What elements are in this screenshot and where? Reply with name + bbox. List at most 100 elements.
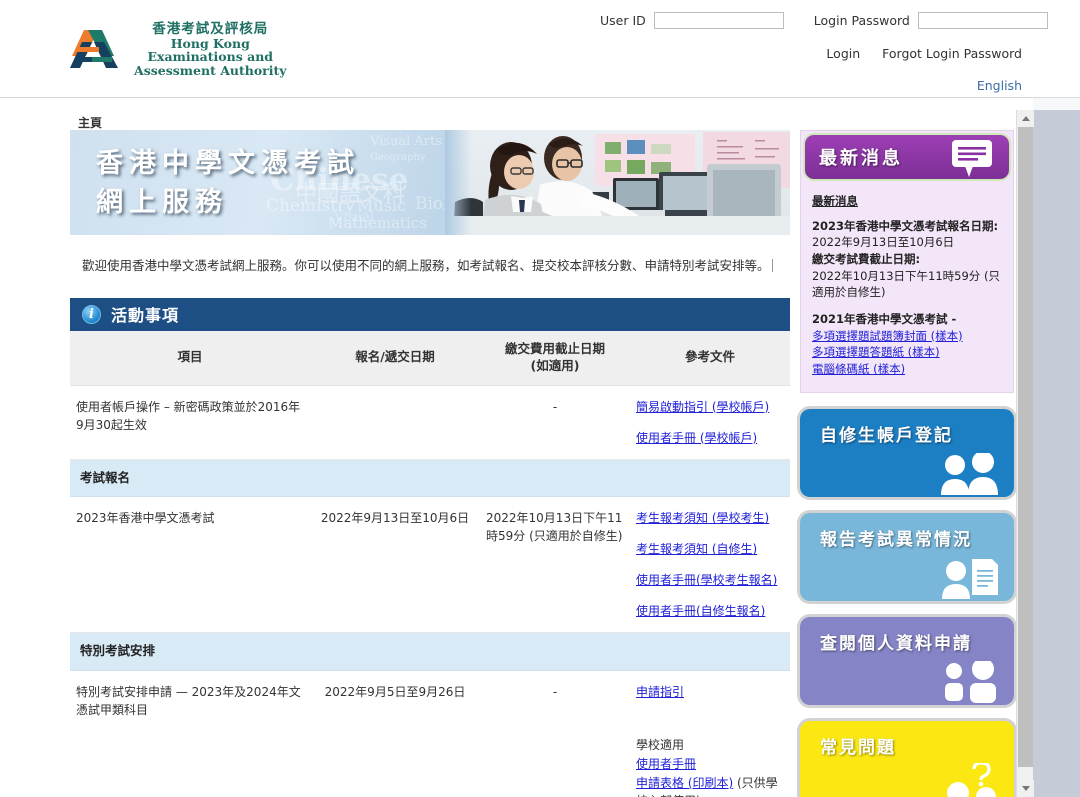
text-caret [771,259,773,272]
scroll-down-arrow-icon[interactable] [1017,780,1034,797]
message-bubble-icon [951,139,993,183]
page-banner: Visual Arts Maths Geography Chinese 中國語文… [70,130,790,235]
sidebar-button-label: 自修生帳戶登記 [820,425,953,446]
table-row: 2023年香港中學文憑考試 2022年9月13日至10月6日 2022年10月1… [70,496,790,634]
logo-chinese-name: 香港考試及評核局 [152,21,269,37]
sidebar-button-label: 報告考試異常情況 [820,529,972,550]
news-card: 最新消息 最新消息 2023年香港中學文憑考試報名日期: 2022年9月13日至… [800,130,1014,393]
main-content: Visual Arts Maths Geography Chinese 中國語文… [70,130,790,797]
row-item: 2023年香港中學文憑考試 [70,496,310,634]
breadcrumb[interactable]: 主頁 [78,114,102,131]
group-title: 特別考試安排 [70,632,790,671]
reference-link[interactable]: 使用者手冊 (學校帳戶) [636,429,784,447]
row-references: 考生報考須知 (學校考生) 考生報考須知 (自修生) 使用者手冊(學校考生報名)… [630,496,790,634]
top-header: 香港考試及評核局 Hong Kong Examinations and Asse… [0,0,1080,98]
group-title: 考試報名 [70,459,790,498]
sidebar-button-private-candidate-registration[interactable]: 自修生帳戶登記 [800,408,1014,497]
row-references: 簡易啟動指引 (學校帳戶) 使用者手冊 (學校帳戶) [630,385,790,460]
login-fields-row: User ID Login Password [600,12,1048,29]
user-id-input[interactable] [653,12,784,29]
column-header-fee-line2: (如適用) [530,357,580,373]
row-date: 2022年9月5日至9月26日 [310,670,480,797]
welcome-message: 歡迎使用香港中學文憑考試網上服務。你可以使用不同的網上服務，如考試報名、提交校本… [70,235,790,294]
scroll-up-arrow-icon[interactable] [1017,110,1034,127]
news-card-title: 最新消息 [819,148,903,169]
sidebar-button-faq[interactable]: 常見問題 [800,720,1014,797]
banner-title-line2: 網上服務 [96,187,228,219]
person-document-icon [938,557,1000,601]
banner-title-line1: 香港中學文憑考試 [96,148,360,179]
activities-section-title: 活動事項 [111,306,180,326]
two-people-blocks-icon [938,657,1000,705]
news-top-link[interactable]: 最新消息 [812,193,1002,210]
question-person-icon [938,761,1000,797]
logo-en-line1: Hong Kong [170,35,250,51]
row-fee: - [480,385,630,460]
table-row: 使用者帳戶操作 – 新密碼政策並於2016年9月30起生效 - 簡易啟動指引 (… [70,385,790,460]
table-header-row: 項目 報名/遞交日期 繳交費用截止日期 (如適用) 參考文件 [70,330,790,386]
sidebar-button-label: 查閱個人資料申請 [820,633,972,654]
logo-en-line2: Examinations and [147,49,274,65]
login-password-label: Login Password [813,13,910,28]
reference-subheading: 學校適用 [636,738,685,752]
activities-section-header: i 活動事項 [70,297,790,331]
news-link[interactable]: 多項選擇題答題紙 (樣本) [812,344,1002,361]
sidebar-button-report-exam-irregularity[interactable]: 報告考試異常情況 [800,512,1014,601]
forgot-password-link[interactable]: Forgot Login Password [882,46,1022,61]
login-button[interactable]: Login [826,46,860,61]
hkeaa-logo-icon [68,26,126,74]
activities-table: 項目 報名/遞交日期 繳交費用截止日期 (如適用) 參考文件 使用者帳戶操作 –… [70,330,790,797]
column-header-fee-line1: 繳交費用截止日期 [504,340,605,356]
site-logo[interactable]: 香港考試及評核局 Hong Kong Examinations and Asse… [68,22,287,77]
reference-link[interactable]: 考生報考須知 (學校考生) [636,509,784,527]
row-item: 特別考試安排申請 — 2023年及2024年文憑試甲類科目 [70,670,310,797]
english-language-link[interactable]: English [977,78,1022,93]
column-header-reference: 參考文件 [630,330,790,386]
table-row: 特別考試安排申請 — 2023年及2024年文憑試甲類科目 2022年9月5日至… [70,670,790,797]
reference-link[interactable]: 使用者手冊(學校考生報名) [636,571,784,589]
news-link[interactable]: 電腦條碼紙 (樣本) [812,361,1002,378]
column-header-fee: 繳交費用截止日期 (如適用) [480,330,630,386]
reference-link[interactable]: 簡易啟動指引 (學校帳戶) [636,398,784,416]
news-link[interactable]: 多項選擇題試題簿封面 (樣本) [812,328,1002,345]
news-block-2-title: 2021年香港中學文憑考試 - [812,312,957,327]
right-sidebar: 最新消息 最新消息 2023年香港中學文憑考試報名日期: 2022年9月13日至… [800,130,1014,797]
reference-link[interactable]: 申請表格 (印刷本) [636,776,733,790]
login-actions: Login Forgot Login Password [600,46,1022,61]
reference-link[interactable]: 考生報考須知 (自修生) [636,540,784,558]
welcome-text: 歡迎使用香港中學文憑考試網上服務。你可以使用不同的網上服務，如考試報名、提交校本… [82,258,770,273]
reference-link[interactable]: 使用者手冊 [636,755,784,773]
info-icon: i [82,304,101,324]
language-switch: English [600,78,1022,93]
sidebar-button-personal-data-access-request[interactable]: 查閱個人資料申請 [800,616,1014,705]
row-references: 申請指引 學校適用 使用者手冊 申請表格 (印刷本) (只供學校內部使用) [630,670,790,797]
scrollbar-thumb[interactable] [1018,127,1033,767]
news-card-body: 最新消息 2023年香港中學文憑考試報名日期: 2022年9月13日至10月6日… [801,183,1013,392]
banner-title: 香港中學文憑考試 網上服務 [96,144,360,222]
logo-en-line3: Assessment Authority [134,62,287,78]
vertical-scrollbar[interactable] [1016,110,1034,797]
news-bold-line-2: 繳交考試費截止日期: [812,252,921,267]
news-bold-line-1: 2023年香港中學文憑考試報名日期: [812,218,999,233]
news-block-2: 2021年香港中學文憑考試 - 多項選擇題試題簿封面 (樣本) 多項選擇題答題紙… [812,311,1002,378]
page-root: 香港考試及評核局 Hong Kong Examinations and Asse… [0,0,1080,797]
reference-link[interactable]: 申請指引 [636,683,784,701]
row-fee: 2022年10月13日下午11時59分 (只適用於自修生) [480,496,630,634]
column-header-date: 報名/遞交日期 [310,330,480,386]
reference-link[interactable]: 使用者手冊(自修生報名) [636,602,784,620]
login-password-input[interactable] [917,12,1048,29]
table-group-row: 考試報名 [70,459,790,498]
row-date: 2022年9月13日至10月6日 [310,496,480,634]
news-plain-line-1: 2022年9月13日至10月6日 [812,235,955,250]
page-right-gutter [1033,110,1080,797]
news-block: 2023年香港中學文憑考試報名日期: 2022年9月13日至10月6日 繳交考試… [812,218,1002,301]
news-plain-line-2: 2022年10月13日下午11時59分 (只適用於自修生) [812,268,1000,300]
row-date [310,385,480,460]
row-fee: - [480,670,630,797]
sidebar-button-label: 常見問題 [820,737,896,758]
user-id-label: User ID [600,13,646,28]
table-group-row: 特別考試安排 [70,632,790,671]
column-header-item: 項目 [70,330,310,386]
page-right-gutter-top [1033,98,1080,110]
two-people-icon [938,450,1000,497]
